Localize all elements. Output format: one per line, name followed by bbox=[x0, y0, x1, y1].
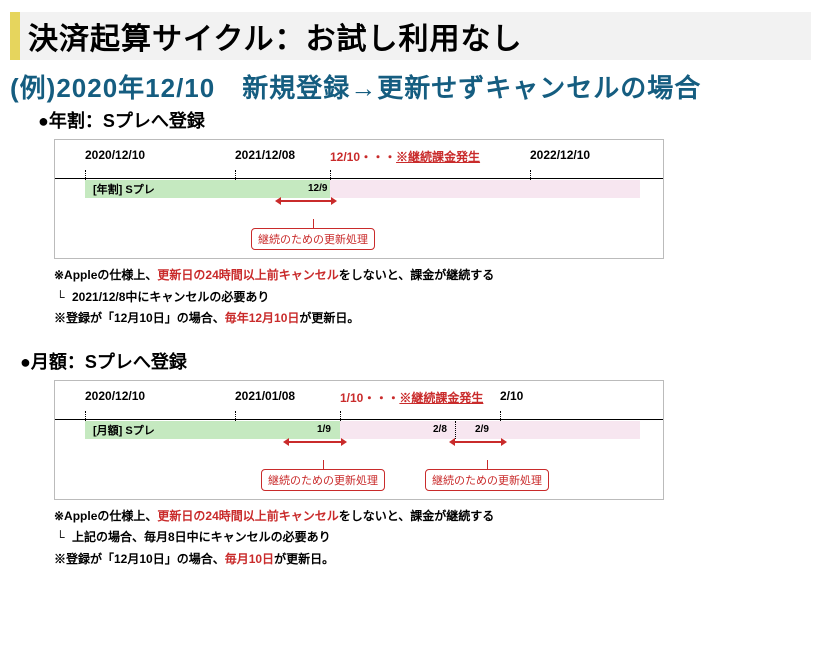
page-title-text: 決済起算サイクル：お試し利用なし bbox=[28, 12, 523, 60]
note-line-3: ※登録が「12月10日」の場合、毎年12月10日が更新日。 bbox=[54, 308, 811, 330]
renewal-window-arrow-1 bbox=[289, 441, 341, 443]
renewal-window-arrow bbox=[281, 200, 331, 202]
renewal-label: 1/10・・・※継続課金発生 bbox=[340, 389, 483, 407]
monthly-notes: ※Appleの仕様上、更新日の24時間以上前キャンセルをしないと、課金が継続する… bbox=[54, 506, 811, 571]
monthly-diagram: 2020/12/10 2021/01/08 1/10・・・※継続課金発生 2/1… bbox=[54, 380, 664, 500]
tick-renewal-eve: 2021/12/08 bbox=[235, 148, 295, 162]
tick-next: 2/10 bbox=[500, 389, 523, 403]
axis-line bbox=[55, 178, 663, 179]
annual-heading: ●年割：Sプレへ登録 bbox=[38, 107, 811, 133]
annual-notes: ※Appleの仕様上、更新日の24時間以上前キャンセルをしないと、課金が継続する… bbox=[54, 265, 811, 330]
bar-pink bbox=[330, 180, 640, 198]
renewal-window-arrow-2 bbox=[455, 441, 501, 443]
mini-date-28: 2/8 bbox=[433, 424, 447, 435]
annual-callout: 継続のための更新処理 bbox=[251, 228, 375, 250]
example-heading: (例)2020年12/10 新規登録→更新せずキャンセルの場合 bbox=[10, 68, 811, 105]
monthly-heading: ●月額：Sプレへ登録 bbox=[20, 348, 811, 374]
monthly-bar-label: [月額] Sプレ bbox=[93, 422, 155, 438]
mini-date-129: 12/9 bbox=[308, 183, 327, 194]
annual-timeline: 2020/12/10 2021/12/08 12/10・・・※継続課金発生 20… bbox=[55, 150, 663, 220]
tick-renewal-eve: 2021/01/08 bbox=[235, 389, 295, 403]
tick-next: 2022/12/10 bbox=[530, 148, 590, 162]
mini-date-19: 1/9 bbox=[317, 424, 331, 435]
bar-pink bbox=[340, 421, 640, 439]
annual-bar-label: [年割] Sプレ bbox=[93, 181, 155, 197]
monthly-timeline: 2020/12/10 2021/01/08 1/10・・・※継続課金発生 2/1… bbox=[55, 391, 663, 461]
monthly-callout-2: 継続のための更新処理 bbox=[425, 469, 549, 491]
page-title: 決済起算サイクル：お試し利用なし bbox=[10, 12, 811, 60]
annual-diagram: 2020/12/10 2021/12/08 12/10・・・※継続課金発生 20… bbox=[54, 139, 664, 259]
axis-line bbox=[55, 419, 663, 420]
mini-date-29: 2/9 bbox=[475, 424, 489, 435]
title-accent-bar bbox=[10, 12, 20, 60]
note-line-2: 上記の場合、毎月8日中にキャンセルの必要あり bbox=[54, 527, 811, 549]
note-line-2: 2021/12/8中にキャンセルの必要あり bbox=[54, 287, 811, 309]
monthly-callout-1: 継続のための更新処理 bbox=[261, 469, 385, 491]
note-line-3: ※登録が「12月10日」の場合、毎月10日が更新日。 bbox=[54, 549, 811, 571]
note-line-1: ※Appleの仕様上、更新日の24時間以上前キャンセルをしないと、課金が継続する bbox=[54, 265, 811, 287]
note-line-1: ※Appleの仕様上、更新日の24時間以上前キャンセルをしないと、課金が継続する bbox=[54, 506, 811, 528]
tick-start: 2020/12/10 bbox=[85, 389, 145, 403]
renewal-label: 12/10・・・※継続課金発生 bbox=[330, 148, 480, 166]
tick-start: 2020/12/10 bbox=[85, 148, 145, 162]
